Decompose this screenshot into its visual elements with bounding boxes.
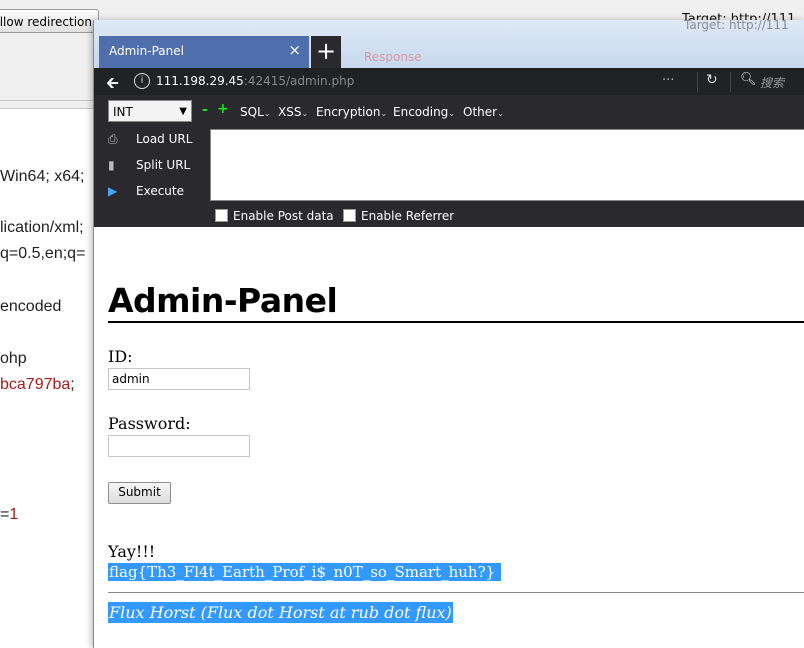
search-input[interactable]: 🔍︎ 搜索 <box>736 71 804 92</box>
request-line: ohp <box>0 350 27 367</box>
menu-other[interactable]: Other⌄ <box>463 105 504 119</box>
menu-other-label: Other <box>463 105 498 119</box>
result-message: Yay!!! <box>108 542 156 561</box>
search-placeholder: 搜索 <box>760 76 785 90</box>
menu-encoding[interactable]: Encoding⌄ <box>393 105 455 119</box>
new-tab-button[interactable]: + <box>311 36 341 68</box>
url-field[interactable]: 111.198.29.45:42415/admin.php <box>156 74 354 88</box>
hackbar-panel: INT ▼ - + SQL⌄ XSS⌄ Encryption⌄ Encoding… <box>94 95 804 227</box>
execute-label: Execute <box>136 184 184 198</box>
background-ghost-text: Target: http://111 <box>684 20 789 32</box>
id-input[interactable] <box>108 368 250 390</box>
tab-admin-panel[interactable]: Admin-Panel × <box>99 36 309 68</box>
printer-icon: ⎙ <box>108 132 118 146</box>
increase-button[interactable]: + <box>217 101 229 117</box>
page-content: Admin-Panel ID: Password: Submit Yay!!! … <box>94 227 804 648</box>
load-url-label: Load URL <box>136 132 193 146</box>
background-ghost-text: Response <box>364 50 422 64</box>
divider <box>0 100 95 107</box>
request-line: encoded <box>0 298 62 315</box>
enable-post-data-checkbox[interactable]: Enable Post data <box>215 209 334 223</box>
request-line: q=0.5,en;q= <box>0 245 86 262</box>
page-title: Admin-Panel <box>108 281 338 320</box>
request-line: =1 <box>0 506 19 523</box>
chevron-down-icon: ⌄ <box>301 109 309 118</box>
enable-referrer-checkbox[interactable]: Enable Referrer <box>343 209 454 223</box>
tab-title: Admin-Panel <box>109 44 184 58</box>
follow-redirection-button[interactable]: llow redirection <box>0 9 99 33</box>
chevron-down-icon: ⌄ <box>263 109 271 118</box>
divider <box>697 72 698 92</box>
menu-sql-label: SQL <box>240 105 264 119</box>
title-bar: Response Target: http://111 Admin-Panel … <box>94 20 804 68</box>
chevron-down-icon: ▼ <box>179 106 187 117</box>
password-input[interactable] <box>108 435 250 457</box>
load-url-button[interactable]: ⎙ Load URL <box>108 132 192 147</box>
menu-encryption[interactable]: Encryption⌄ <box>316 105 387 119</box>
close-icon[interactable]: × <box>288 41 301 59</box>
decrease-button[interactable]: - <box>202 102 208 118</box>
author-footer: Flux Horst (Flux dot Horst at rub dot fl… <box>108 602 453 623</box>
checkbox-box <box>343 209 356 222</box>
menu-xss-label: XSS <box>278 105 302 119</box>
type-select-value: INT <box>113 105 133 119</box>
request-line: Win64; x64; <box>0 168 85 185</box>
url-textarea[interactable] <box>210 129 804 201</box>
chevron-down-icon: ⌄ <box>380 109 388 118</box>
execute-button[interactable]: ▶ Execute <box>108 184 184 198</box>
search-icon: 🔍︎ <box>740 72 757 87</box>
page-actions-icon[interactable]: ··· <box>662 73 674 88</box>
id-label: ID: <box>108 347 133 366</box>
url-path: :42415/admin.php <box>243 74 355 88</box>
url-host: 111.198.29.45 <box>156 74 244 88</box>
enable-referrer-label: Enable Referrer <box>361 209 455 223</box>
chevron-down-icon: ⌄ <box>497 109 504 118</box>
submit-button[interactable]: Submit <box>108 482 171 504</box>
type-select[interactable]: INT ▼ <box>108 100 192 122</box>
divider <box>108 592 804 593</box>
menu-encoding-label: Encoding <box>393 105 449 119</box>
reload-icon[interactable]: ↻ <box>706 72 718 88</box>
checkbox-box <box>215 209 228 222</box>
split-url-button[interactable]: ▮ Split URL <box>108 158 190 172</box>
divider <box>108 321 804 323</box>
request-line: bca797ba; <box>0 376 75 393</box>
split-icon: ▮ <box>108 158 115 172</box>
flag-text: flag{Th3_Fl4t_Earth_Prof_i$_n0T_so_Smart… <box>108 563 502 581</box>
password-label: Password: <box>108 414 191 433</box>
browser-window: Response Target: http://111 Admin-Panel … <box>93 20 804 648</box>
menu-xss[interactable]: XSS⌄ <box>278 105 308 119</box>
info-icon[interactable]: i <box>134 73 150 89</box>
navigation-bar: 🡰 i 111.198.29.45:42415/admin.php ··· ↻ … <box>94 68 804 95</box>
menu-encryption-label: Encryption <box>316 105 381 119</box>
play-icon: ▶ <box>108 184 118 198</box>
divider <box>730 72 731 92</box>
request-line: lication/xml; <box>0 219 84 236</box>
chevron-down-icon: ⌄ <box>448 109 456 118</box>
enable-post-data-label: Enable Post data <box>233 209 334 223</box>
split-url-label: Split URL <box>136 158 191 172</box>
menu-sql[interactable]: SQL⌄ <box>240 105 270 119</box>
